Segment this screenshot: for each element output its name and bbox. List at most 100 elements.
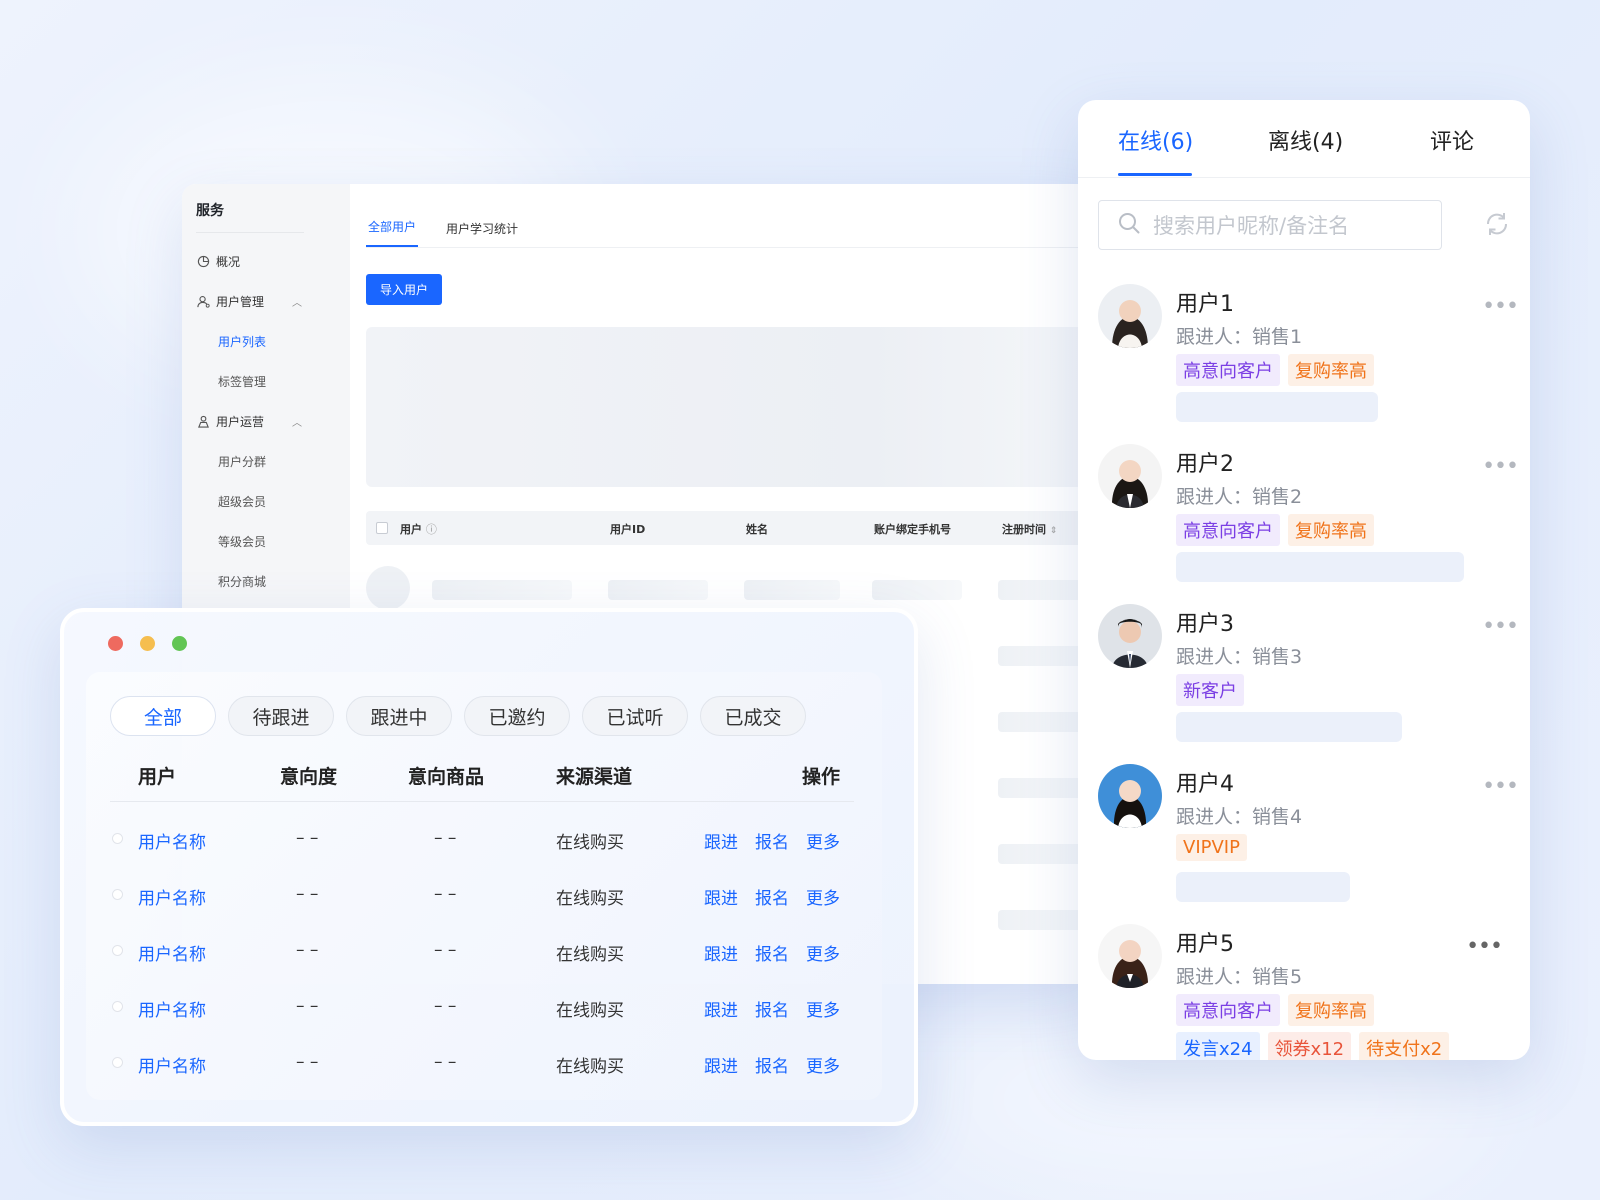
product-value: – – [434, 996, 457, 1016]
search-placeholder: 搜索用户昵称/备注名 [1153, 214, 1350, 238]
more-link[interactable]: 更多 [806, 996, 840, 1021]
sidebar-item-level-member[interactable]: 等级会员 [196, 521, 336, 561]
followup-link[interactable]: 跟进 [704, 828, 738, 853]
col-intent: 意向度 [280, 766, 338, 788]
row-radio[interactable] [112, 1057, 123, 1068]
row-placeholder [432, 580, 572, 600]
avatar [1098, 764, 1162, 828]
sidebar-item-tag-manage[interactable]: 标签管理 [196, 361, 336, 401]
select-all-checkbox[interactable] [376, 522, 388, 534]
list-item[interactable]: 用户1 跟进人：销售1 高意向客户 复购率高 ••• [1098, 284, 1519, 434]
tab-all-users[interactable]: 全部用户 [366, 218, 419, 247]
sidebar-item-user-list[interactable]: 用户列表 [196, 321, 336, 361]
col-user: 用户 ⓘ [400, 523, 437, 536]
enroll-link[interactable]: 报名 [755, 828, 789, 853]
user-name-link[interactable]: 用户名称 [138, 940, 206, 965]
sidebar-item-user-manage[interactable]: 用户管理 ︿ [196, 281, 336, 321]
followup-window: 全部 待跟进 跟进中 已邀约 已试听 已成交 用户 意向度 意向商品 来源渠道 … [60, 608, 918, 1126]
maximize-window-button[interactable] [172, 636, 187, 651]
row-radio[interactable] [112, 833, 123, 844]
enroll-link[interactable]: 报名 [755, 1052, 789, 1077]
list-item[interactable]: 用户4 跟进人：销售4 VIPVIP ••• [1098, 764, 1519, 914]
filter-following[interactable]: 跟进中 [346, 696, 452, 736]
more-link[interactable]: 更多 [806, 828, 840, 853]
tag-list: 高意向客户 复购率高 [1176, 514, 1374, 546]
table-row: 用户名称 – – – – 在线购买 跟进 报名 更多 [110, 810, 854, 866]
more-icon[interactable]: ••• [1482, 774, 1519, 799]
followup-link[interactable]: 跟进 [704, 1052, 738, 1077]
followup-link[interactable]: 跟进 [704, 996, 738, 1021]
enroll-link[interactable]: 报名 [755, 940, 789, 965]
sidebar-item-overview[interactable]: 概况 [196, 241, 336, 281]
filter-deal[interactable]: 已成交 [700, 696, 806, 736]
more-icon[interactable]: ••• [1482, 614, 1519, 639]
filter-all[interactable]: 全部 [110, 696, 216, 736]
status-filters: 全部 待跟进 跟进中 已邀约 已试听 已成交 [110, 696, 806, 736]
followup-table-header: 用户 意向度 意向商品 来源渠道 操作 [110, 750, 854, 802]
follower: 跟进人：销售4 [1176, 806, 1303, 828]
tab-learning-stats[interactable]: 用户学习统计 [446, 220, 518, 247]
more-link[interactable]: 更多 [806, 940, 840, 965]
list-item[interactable]: 用户5 跟进人：销售5 高意向客户 复购率高 发言x24 领券x12 待支付x2… [1098, 924, 1518, 1060]
import-users-button[interactable]: 导入用户 [366, 274, 443, 305]
follower: 跟进人：销售2 [1176, 486, 1303, 508]
enroll-link[interactable]: 报名 [755, 996, 789, 1021]
user-panel: 在线(6) 离线(4) 评论 搜索用户昵称/备注名 用户1 跟进人：销售1 高意… [1078, 100, 1530, 1060]
tab-offline[interactable]: 离线(4) [1268, 124, 1343, 156]
followup-link[interactable]: 跟进 [704, 940, 738, 965]
active-tab-indicator [1118, 173, 1192, 176]
col-user: 用户 [138, 766, 177, 788]
avatar [1098, 284, 1162, 348]
sidebar-item-user-group[interactable]: 用户分群 [196, 441, 336, 481]
avatar-placeholder [366, 566, 410, 610]
row-placeholder [998, 580, 1088, 600]
tab-online[interactable]: 在线(6) [1118, 124, 1193, 156]
row-placeholder [998, 646, 1088, 666]
tab-comments[interactable]: 评论 [1430, 124, 1474, 156]
minimize-window-button[interactable] [140, 636, 155, 651]
user-name: 用户3 [1176, 612, 1234, 637]
followup-link[interactable]: 跟进 [704, 884, 738, 909]
sidebar-section-title: 服务 [196, 196, 304, 233]
row-radio[interactable] [112, 945, 123, 956]
user-name-link[interactable]: 用户名称 [138, 996, 206, 1021]
more-icon[interactable]: ••• [1482, 454, 1519, 479]
sort-icon[interactable]: ⇕ [1050, 526, 1058, 536]
user-name-link[interactable]: 用户名称 [138, 884, 206, 909]
close-window-button[interactable] [108, 636, 123, 651]
row-radio[interactable] [112, 1001, 123, 1012]
intent-value: – – [296, 996, 319, 1016]
avatar [1098, 604, 1162, 668]
sidebar-item-points-mall[interactable]: 积分商城 [196, 561, 336, 601]
user-name-link[interactable]: 用户名称 [138, 1052, 206, 1077]
filter-trial[interactable]: 已试听 [582, 696, 688, 736]
col-register-time[interactable]: 注册时间 ⇕ [1002, 521, 1057, 537]
more-link[interactable]: 更多 [806, 884, 840, 909]
more-icon[interactable]: ••• [1482, 294, 1519, 319]
content-placeholder [1176, 712, 1402, 742]
row-placeholder [608, 580, 708, 600]
sidebar-item-user-ops[interactable]: 用户运营 ︿ [196, 401, 336, 441]
admin-tabs: 全部用户 用户学习统计 [366, 206, 1086, 248]
tag-list: 高意向客户 复购率高 [1176, 994, 1374, 1026]
chevron-up-icon[interactable]: ︿ [292, 294, 302, 309]
col-actions: 操作 [802, 766, 841, 788]
refresh-icon[interactable] [1483, 210, 1511, 238]
filter-pending[interactable]: 待跟进 [228, 696, 334, 736]
chevron-up-icon[interactable]: ︿ [292, 414, 302, 429]
sidebar-item-super-member[interactable]: 超级会员 [196, 481, 336, 521]
enroll-link[interactable]: 报名 [755, 884, 789, 909]
list-item[interactable]: 用户2 跟进人：销售2 高意向客户 复购率高 ••• [1098, 444, 1519, 594]
more-link[interactable]: 更多 [806, 1052, 840, 1077]
col-channel: 来源渠道 [556, 766, 633, 788]
table-row: 用户名称 – – – – 在线购买 跟进 报名 更多 [110, 866, 854, 922]
more-icon[interactable]: ••• [1466, 934, 1503, 959]
sidebar-item-label: 概况 [216, 254, 241, 269]
list-item[interactable]: 用户3 跟进人：销售3 新客户 ••• [1098, 604, 1519, 754]
pie-chart-icon [196, 254, 210, 268]
row-placeholder [998, 844, 1088, 864]
row-radio[interactable] [112, 889, 123, 900]
filter-invited[interactable]: 已邀约 [464, 696, 570, 736]
user-name-link[interactable]: 用户名称 [138, 828, 206, 853]
search-input[interactable]: 搜索用户昵称/备注名 [1098, 200, 1442, 250]
